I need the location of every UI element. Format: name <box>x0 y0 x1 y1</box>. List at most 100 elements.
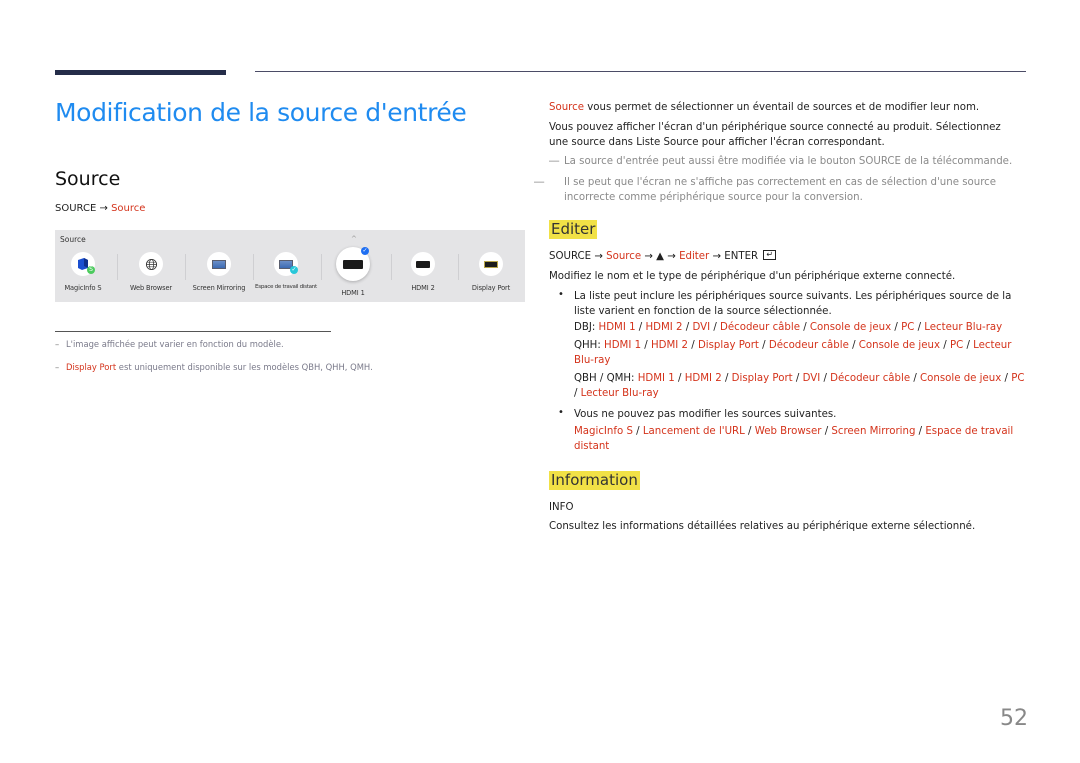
separator: / <box>744 426 755 437</box>
note-remote-button: ― La source d'entrée peut aussi être modi… <box>549 156 1013 167</box>
source-panel-label: Source <box>60 235 86 244</box>
device-item: Lecteur Blu-ray <box>924 322 1003 333</box>
model-list-qhh: QHH: HDMI 1 / HDMI 2 / Display Port / Dé… <box>574 340 1012 366</box>
hdmi-port-icon: ✓ <box>336 247 370 281</box>
separator: / <box>635 322 646 333</box>
device-item: HDMI 1 <box>598 322 636 333</box>
path-arrow: → <box>99 203 108 214</box>
model-list-qbh-qmh: QBH / QMH: HDMI 1 / HDMI 2 / Display Por… <box>574 373 1025 399</box>
device-item: DVI <box>692 322 711 333</box>
globe-icon <box>139 252 163 276</box>
source-item-magicinfo[interactable]: S MagicInfo S <box>50 252 116 300</box>
separator: / <box>821 426 832 437</box>
device-list: HDMI 1 / HDMI 2 / DVI / Décodeur câble /… <box>599 322 1003 333</box>
header-rule <box>255 71 1026 72</box>
caret-up-icon[interactable]: ^ <box>351 235 357 243</box>
notes-divider <box>55 331 331 332</box>
device-item: Décodeur câble <box>720 322 800 333</box>
screen-mirroring-icon <box>207 252 231 276</box>
separator: / <box>1001 373 1012 384</box>
device-item: HDMI 1 <box>604 340 642 351</box>
device-item: Lancement de l'URL <box>642 426 745 437</box>
badge-s-icon: S <box>87 266 95 274</box>
up-arrow-icon: ▲ <box>656 251 665 262</box>
info-description: Consultez les informations détaillées re… <box>549 521 976 532</box>
editer-menu-path: SOURCE → Source → ▲ → Editer → ENTER <box>549 247 777 264</box>
bullet-fixed-sources: Vous ne pouvez pas modifier les sources … <box>574 409 837 420</box>
bullet: • <box>558 407 564 418</box>
separator: / <box>758 340 769 351</box>
link-display-port[interactable]: Display Port <box>66 362 116 372</box>
device-item: HDMI 2 <box>684 373 722 384</box>
header-bar-thick <box>55 70 226 75</box>
device-item: Display Port <box>731 373 793 384</box>
separator: / <box>674 373 685 384</box>
intro-paragraph: Source vous permet de sélectionner un év… <box>549 102 980 113</box>
device-item: PC <box>1011 373 1025 384</box>
separator: / <box>848 340 859 351</box>
path-link-editer[interactable]: Editer <box>679 251 709 262</box>
device-item: HDMI 2 <box>650 340 689 351</box>
separator: / <box>688 340 698 351</box>
separator: / <box>574 388 581 399</box>
separator: / <box>914 322 925 333</box>
device-item: MagicInfo S <box>574 426 633 437</box>
separator: / <box>940 340 950 351</box>
device-item: PC <box>901 322 915 333</box>
note-display-port: – Display Port est uniquement disponible … <box>55 362 373 372</box>
displayport-icon <box>479 252 503 276</box>
source-item-hdmi2[interactable]: HDMI 2 <box>390 252 456 300</box>
separator: / <box>710 322 720 333</box>
source-item-web-browser[interactable]: Web Browser <box>118 252 184 300</box>
hdmi-port-icon <box>411 252 435 276</box>
path-source: SOURCE <box>55 203 97 214</box>
separator: / <box>641 340 651 351</box>
information-heading: Information <box>549 471 640 490</box>
paragraph-source-list: Vous pouvez afficher l'écran d'un périph… <box>549 122 1001 148</box>
editer-heading: Editer <box>549 220 598 239</box>
device-item: HDMI 1 <box>637 373 675 384</box>
bullet-device-list: La liste peut inclure les périphériques … <box>574 291 1012 317</box>
separator: / <box>820 373 831 384</box>
device-item: HDMI 2 <box>645 322 683 333</box>
menu-path: SOURCE → Source <box>55 203 145 214</box>
device-item: Console de jeux <box>858 340 941 351</box>
separator: / <box>910 373 921 384</box>
separator: / <box>792 373 803 384</box>
fixed-source-list: MagicInfo S / Lancement de l'URL / Web B… <box>574 424 1029 454</box>
separator: / <box>891 322 902 333</box>
source-item-hdmi1[interactable]: ✓ HDMI 1 <box>320 247 386 300</box>
source-item-display-port[interactable]: Display Port <box>458 252 524 300</box>
separator: / <box>915 426 926 437</box>
separator: / <box>682 322 693 333</box>
separator: / <box>963 340 974 351</box>
device-item: Décodeur câble <box>830 373 911 384</box>
check-icon: ✓ <box>290 266 298 274</box>
magicinfo-icon: S <box>71 252 95 276</box>
model-list-dbj: DBJ: HDMI 1 / HDMI 2 / DVI / Décodeur câ… <box>574 322 1003 333</box>
source-label: Display Port <box>471 284 511 292</box>
check-icon: ✓ <box>361 247 369 255</box>
separator: / <box>721 373 732 384</box>
section-title: Source <box>55 168 121 190</box>
page-title: Modification de la source d'entrée <box>55 98 467 127</box>
device-item: Décodeur câble <box>768 340 849 351</box>
device-item: PC <box>949 340 964 351</box>
device-item: Web Browser <box>754 426 822 437</box>
enter-icon <box>763 247 777 262</box>
bullet: • <box>558 289 564 300</box>
note-incorrect-source: ― Il se peut que l'écran ne s'affiche pas… <box>534 177 997 203</box>
path-link-source[interactable]: Source <box>606 251 641 262</box>
device-list: MagicInfo S / Lancement de l'URL / Web B… <box>574 426 1013 452</box>
path-link-source[interactable]: Source <box>111 203 145 214</box>
source-list-panel: Source ^ S MagicInfo S Web Browser Scree… <box>55 230 525 302</box>
device-item: Console de jeux <box>920 373 1002 384</box>
source-item-screen-mirroring[interactable]: Screen Mirroring <box>186 252 252 300</box>
separator: / <box>799 322 810 333</box>
link-source[interactable]: Source <box>549 102 584 113</box>
note-image-varies: – L'image affichée peut varier en fonctio… <box>55 339 284 349</box>
device-item: Lecteur Blu-ray <box>580 388 659 399</box>
editer-description: Modifiez le nom et le type de périphériq… <box>549 271 956 282</box>
device-item: Screen Mirroring <box>831 426 916 437</box>
remote-workspace-icon: ✓ <box>274 252 298 276</box>
